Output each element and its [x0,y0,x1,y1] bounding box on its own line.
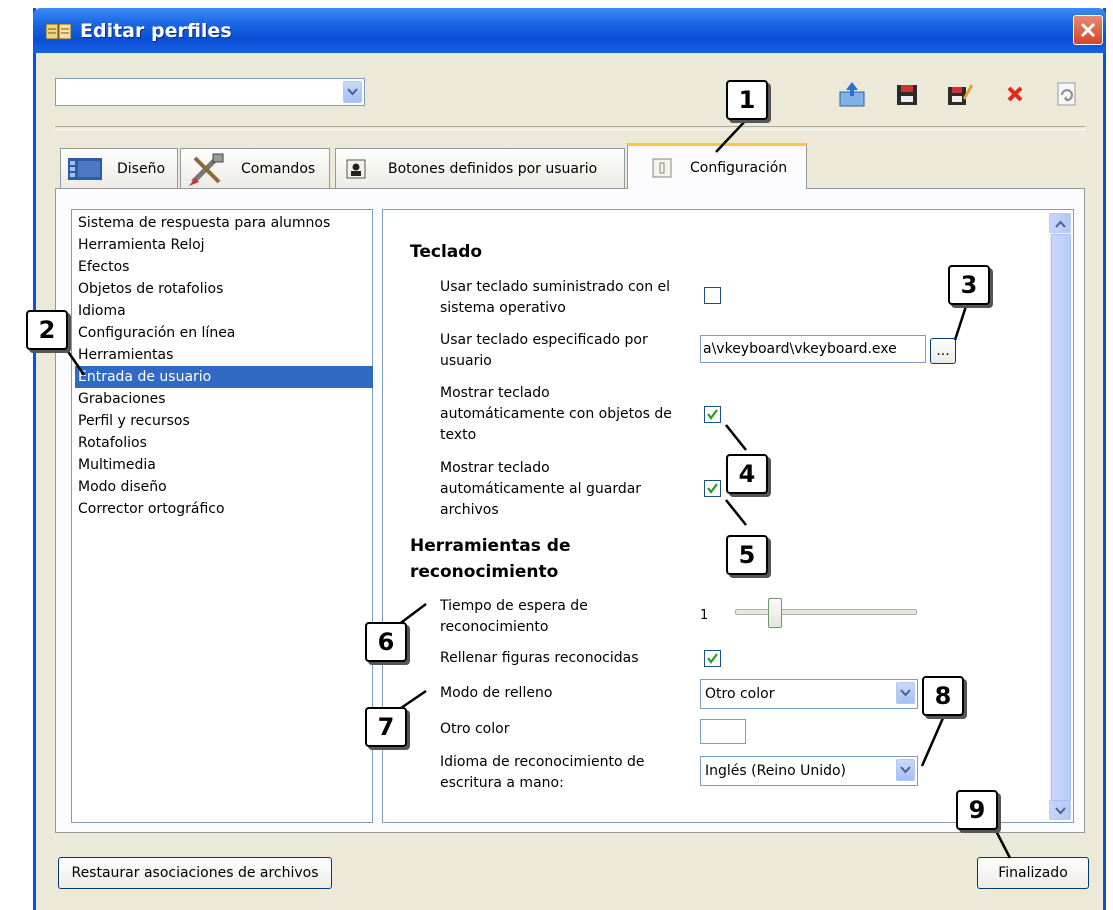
callout-3: 3 [948,265,990,305]
callout-arrows [65,117,1012,859]
callout-5: 5 [726,535,768,575]
callout-7: 7 [365,707,407,747]
callout-2: 2 [26,310,68,350]
callout-8: 8 [922,676,964,716]
callout-1: 1 [726,80,768,120]
callout-6: 6 [365,622,407,662]
callout-4: 4 [726,454,768,494]
callout-9: 9 [956,790,998,830]
